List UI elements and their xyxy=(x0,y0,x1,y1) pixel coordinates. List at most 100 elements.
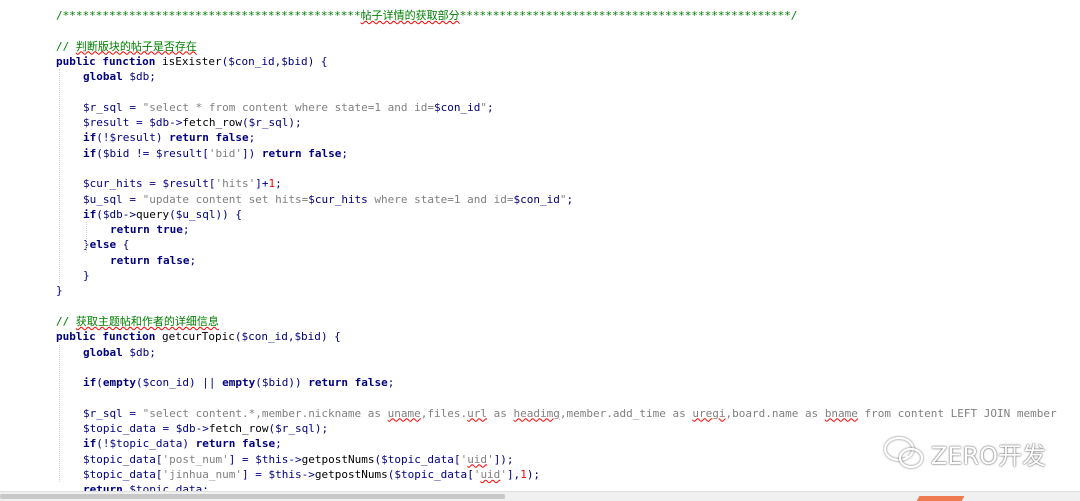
code-token: ; xyxy=(182,223,190,237)
code-token: $cur_hits xyxy=(308,192,368,206)
code-token: $db xyxy=(149,116,170,130)
code-token: 'post_num' xyxy=(162,452,229,466)
code-token: ); xyxy=(288,116,302,130)
code-token: uregi xyxy=(692,406,726,420)
code-line: if(!$result) return false; xyxy=(56,130,1080,145)
watermark: ZERO开发 xyxy=(883,435,1046,471)
code-token: ( xyxy=(96,376,103,390)
code-line: // 获取主题帖和作者的详细信息 xyxy=(56,314,1080,329)
code-token: $con_id xyxy=(434,100,481,114)
code-token: fetch_row xyxy=(182,116,242,130)
code-token: // xyxy=(56,314,76,328)
code-token: /***************************************… xyxy=(56,9,361,22)
code-token: ( xyxy=(241,116,249,130)
code-token: $cur_hits xyxy=(83,177,143,191)
code-token: 'bid' xyxy=(208,146,242,160)
code-token: 'jinhua_num' xyxy=(162,467,242,481)
code-token: empty xyxy=(102,376,136,390)
code-token: (! xyxy=(96,131,110,145)
code-token: getcurTopic xyxy=(161,330,235,344)
code-area[interactable]: /***************************************… xyxy=(56,8,1080,498)
code-line: $result = $db->fetch_row($r_sql); xyxy=(56,115,1080,130)
code-token: public function xyxy=(56,330,162,344)
code-token: ] = xyxy=(228,452,256,466)
code-line: // 判断版块的帖子是否存在 xyxy=(56,39,1080,54)
code-token: ; xyxy=(566,192,574,206)
code-token: if xyxy=(83,131,97,145)
code-line: /***************************************… xyxy=(56,8,1080,23)
code-line: $r_sql = "select * from content where st… xyxy=(56,100,1080,115)
indent-guide xyxy=(59,69,60,284)
code-token: return false xyxy=(308,376,388,390)
code-token: 判断版块的帖子是否存在 xyxy=(75,39,197,53)
code-line: }else { xyxy=(56,237,1080,252)
code-token: )) { xyxy=(215,207,243,221)
indent-guide xyxy=(59,344,60,483)
code-token: uid xyxy=(480,467,501,481)
code-line: if(empty($con_id) || empty($bid)) return… xyxy=(56,375,1080,390)
code-token: ; xyxy=(149,70,156,84)
code-line: $cur_hits = $result['hits']+1; xyxy=(56,176,1080,191)
code-token: ,member.add_time as xyxy=(559,406,693,420)
code-token: [ xyxy=(202,146,209,160)
code-token: $db xyxy=(102,207,123,221)
code-token: return false xyxy=(169,131,249,145)
code-token: return false xyxy=(195,437,276,451)
code-editor[interactable]: /***************************************… xyxy=(0,0,1080,501)
code-token: return true xyxy=(110,223,183,237)
code-token: ,files. xyxy=(420,406,468,420)
code-token: if xyxy=(83,207,97,221)
code-token: $r_sql xyxy=(83,406,123,420)
code-token: ); xyxy=(526,467,541,481)
code-token: fetch_row xyxy=(208,422,269,436)
code-token: "update content set hits= xyxy=(142,192,309,206)
code-token: $result xyxy=(155,146,203,160)
code-token: "select content.*,member.nickname as xyxy=(142,406,388,420)
code-line: $u_sql = "update content set hits=$cur_h… xyxy=(56,192,1080,207)
code-token: ) { xyxy=(307,54,328,68)
code-line: public function getcurTopic($con_id,$bid… xyxy=(56,329,1080,344)
code-token: $result xyxy=(83,116,130,130)
code-token: ; xyxy=(189,253,197,267)
code-line: $r_sql = "select content.*,member.nickna… xyxy=(56,406,1080,421)
code-token: "select * from content where state=1 and… xyxy=(142,100,435,114)
code-token: $con_id xyxy=(513,192,560,206)
code-token: -> xyxy=(288,452,302,466)
code-token: if xyxy=(83,437,97,451)
code-token: $result xyxy=(162,177,209,191)
code-token: $con_id xyxy=(228,54,275,68)
code-token: $topic_data xyxy=(109,437,183,451)
scrollbar-thumb[interactable] xyxy=(0,494,505,499)
code-token: getpostNums xyxy=(301,452,375,466)
code-line: public function isExister($con_id,$bid) … xyxy=(56,54,1080,69)
code-token: ]) xyxy=(241,146,262,160)
code-token: $topic_data xyxy=(83,452,156,466)
code-token: if xyxy=(83,146,97,160)
code-token: = xyxy=(142,177,163,191)
code-token: $con_id xyxy=(241,330,288,344)
code-line: return false; xyxy=(56,253,1080,268)
code-token: $bid xyxy=(294,330,321,344)
code-token: ], xyxy=(506,467,521,481)
accent-mark xyxy=(916,496,965,501)
code-token: headimg xyxy=(513,406,560,420)
code-token: (! xyxy=(96,437,110,451)
code-token: $bid xyxy=(281,54,308,68)
code-token: as xyxy=(487,406,514,420)
code-token: != xyxy=(129,146,156,160)
code-token: $topic_data xyxy=(83,467,156,481)
code-line: global $db; xyxy=(56,69,1080,84)
code-token: ; xyxy=(248,131,256,145)
code-token: ) xyxy=(182,437,196,451)
code-line: global $db; xyxy=(56,345,1080,360)
code-token: } xyxy=(56,284,63,298)
code-token: = xyxy=(122,192,143,206)
code-token: return false xyxy=(261,146,342,160)
code-token: } xyxy=(83,269,90,283)
code-token: $topic_data xyxy=(83,422,156,436)
